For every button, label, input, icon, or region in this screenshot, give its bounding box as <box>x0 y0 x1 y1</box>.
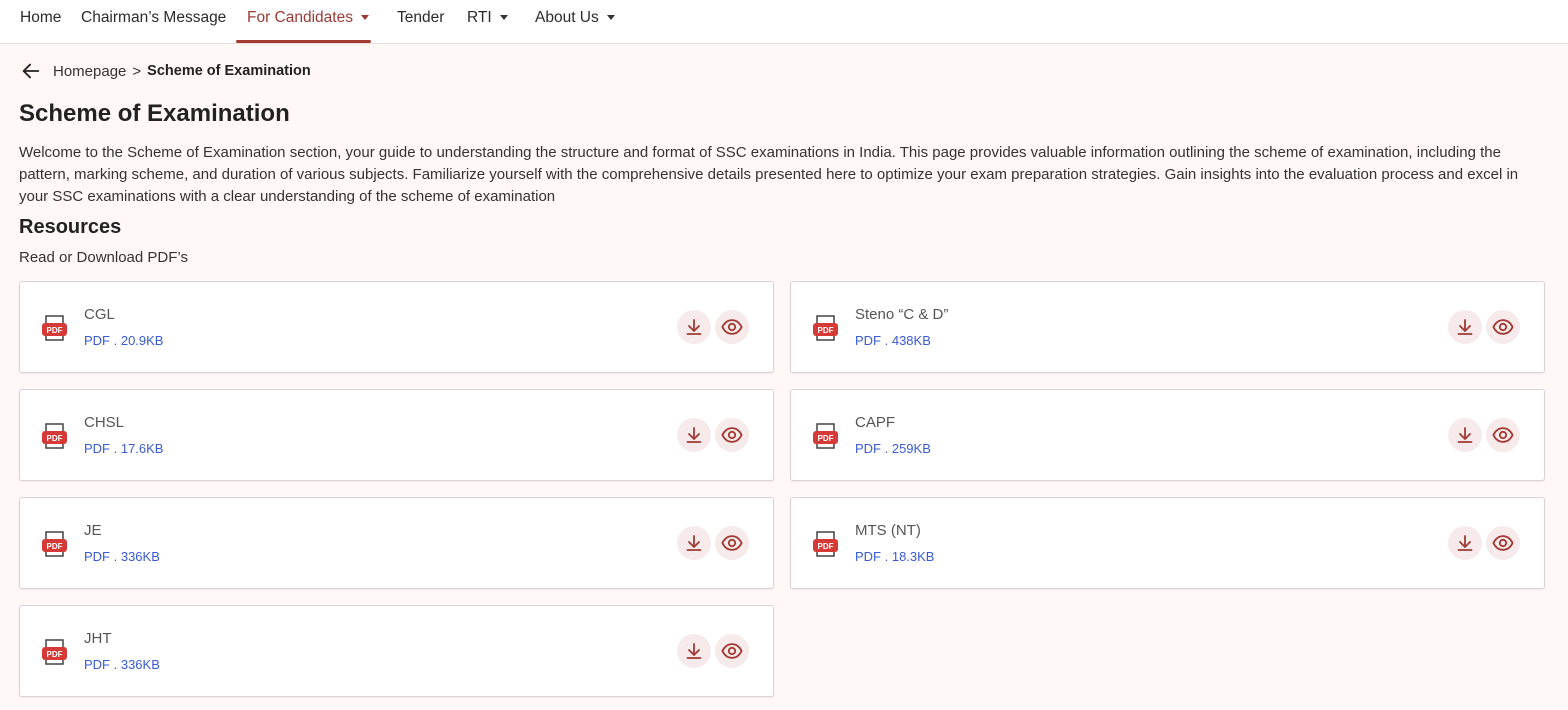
resource-meta: PDF . 438KB <box>855 333 931 348</box>
pdf-file-icon: PDF <box>41 422 68 450</box>
nav-item-label: Chairman’s Message <box>81 9 227 26</box>
nav-item-label: For Candidates <box>247 9 353 26</box>
resource-meta: PDF . 17.6KB <box>84 441 164 456</box>
eye-icon <box>721 640 743 662</box>
breadcrumb-separator: > <box>132 62 142 80</box>
pdf-file-icon: PDF <box>812 314 839 342</box>
breadcrumb-current: Scheme of Examination <box>147 63 311 79</box>
download-icon <box>684 317 704 337</box>
page-title: Scheme of Examination <box>19 100 290 127</box>
pdf-badge-text: PDF <box>47 542 63 551</box>
arrow-left-icon[interactable] <box>20 60 42 82</box>
pdf-file-icon: PDF <box>812 422 839 450</box>
resource-name: MTS (NT) <box>855 522 921 539</box>
download-icon <box>1455 425 1475 445</box>
resource-card: PDF CGL PDF . 20.9KB <box>19 281 774 373</box>
caret-down-icon <box>360 14 369 20</box>
breadcrumb-home-link[interactable]: Homepage <box>53 63 126 80</box>
eye-icon <box>721 316 743 338</box>
eye-icon <box>721 532 743 554</box>
view-button[interactable] <box>715 418 749 452</box>
resource-meta: PDF . 336KB <box>84 549 160 564</box>
download-icon <box>684 641 704 661</box>
nav-item-about-us[interactable]: About Us <box>535 8 615 28</box>
eye-icon <box>721 424 743 446</box>
download-icon <box>1455 317 1475 337</box>
eye-icon <box>1492 532 1514 554</box>
download-icon <box>684 533 704 553</box>
download-button[interactable] <box>677 526 711 560</box>
view-button[interactable] <box>715 310 749 344</box>
pdf-file-icon: PDF <box>41 314 68 342</box>
resource-name: JE <box>84 522 102 539</box>
download-icon <box>1455 533 1475 553</box>
resource-card: PDF CAPF PDF . 259KB <box>790 389 1545 481</box>
pdf-badge-text: PDF <box>818 326 834 335</box>
resource-card: PDF JE PDF . 336KB <box>19 497 774 589</box>
resource-name: Steno “C & D” <box>855 306 949 323</box>
pdf-file-icon: PDF <box>41 530 68 558</box>
nav-item-tender[interactable]: Tender <box>397 8 444 28</box>
page-intro: Welcome to the Scheme of Examination sec… <box>19 144 1519 205</box>
download-icon <box>684 425 704 445</box>
nav-item-for-candidates[interactable]: For Candidates <box>247 8 369 28</box>
view-button[interactable] <box>715 526 749 560</box>
caret-down-icon <box>499 14 508 20</box>
nav-item-label: Tender <box>397 9 445 26</box>
resource-name: CAPF <box>855 414 896 431</box>
nav-item-label: Home <box>20 9 62 26</box>
resource-card: PDF MTS (NT) PDF . 18.3KB <box>790 497 1545 589</box>
download-button[interactable] <box>1448 526 1482 560</box>
resource-meta: PDF . 259KB <box>855 441 931 456</box>
eye-icon <box>1492 316 1514 338</box>
breadcrumb: Homepage > Scheme of Examination <box>20 60 311 82</box>
resources-title: Resources <box>19 216 122 238</box>
view-button[interactable] <box>1486 418 1520 452</box>
download-button[interactable] <box>1448 310 1482 344</box>
download-button[interactable] <box>677 634 711 668</box>
resource-card: PDF Steno “C & D” PDF . 438KB <box>790 281 1545 373</box>
resource-card: PDF JHT PDF . 336KB <box>19 605 774 697</box>
caret-down-icon <box>606 14 615 20</box>
view-button[interactable] <box>715 634 749 668</box>
resource-meta: PDF . 20.9KB <box>84 333 164 348</box>
download-button[interactable] <box>1448 418 1482 452</box>
resource-meta: PDF . 336KB <box>84 657 160 672</box>
active-tab-indicator <box>236 40 371 43</box>
nav-item-home[interactable]: Home <box>20 8 61 28</box>
resource-name: CGL <box>84 306 115 323</box>
pdf-file-icon: PDF <box>41 638 68 666</box>
pdf-badge-text: PDF <box>818 434 834 443</box>
top-navbar: Home Chairman’s Message For Candidates T… <box>0 0 1568 44</box>
nav-item-chairmans-message[interactable]: Chairman’s Message <box>81 8 226 28</box>
resources-subtitle: Read or Download PDF’s <box>19 249 188 266</box>
nav-item-label: RTI <box>467 9 492 26</box>
view-button[interactable] <box>1486 526 1520 560</box>
nav-item-label: About Us <box>535 9 599 26</box>
pdf-badge-text: PDF <box>47 434 63 443</box>
resource-card: PDF CHSL PDF . 17.6KB <box>19 389 774 481</box>
pdf-file-icon: PDF <box>812 530 839 558</box>
resource-meta: PDF . 18.3KB <box>855 549 935 564</box>
eye-icon <box>1492 424 1514 446</box>
download-button[interactable] <box>677 418 711 452</box>
nav-item-rti[interactable]: RTI <box>467 8 508 28</box>
download-button[interactable] <box>677 310 711 344</box>
view-button[interactable] <box>1486 310 1520 344</box>
resource-name: JHT <box>84 630 112 647</box>
pdf-badge-text: PDF <box>47 650 63 659</box>
pdf-badge-text: PDF <box>47 326 63 335</box>
pdf-badge-text: PDF <box>818 542 834 551</box>
resource-name: CHSL <box>84 414 125 431</box>
